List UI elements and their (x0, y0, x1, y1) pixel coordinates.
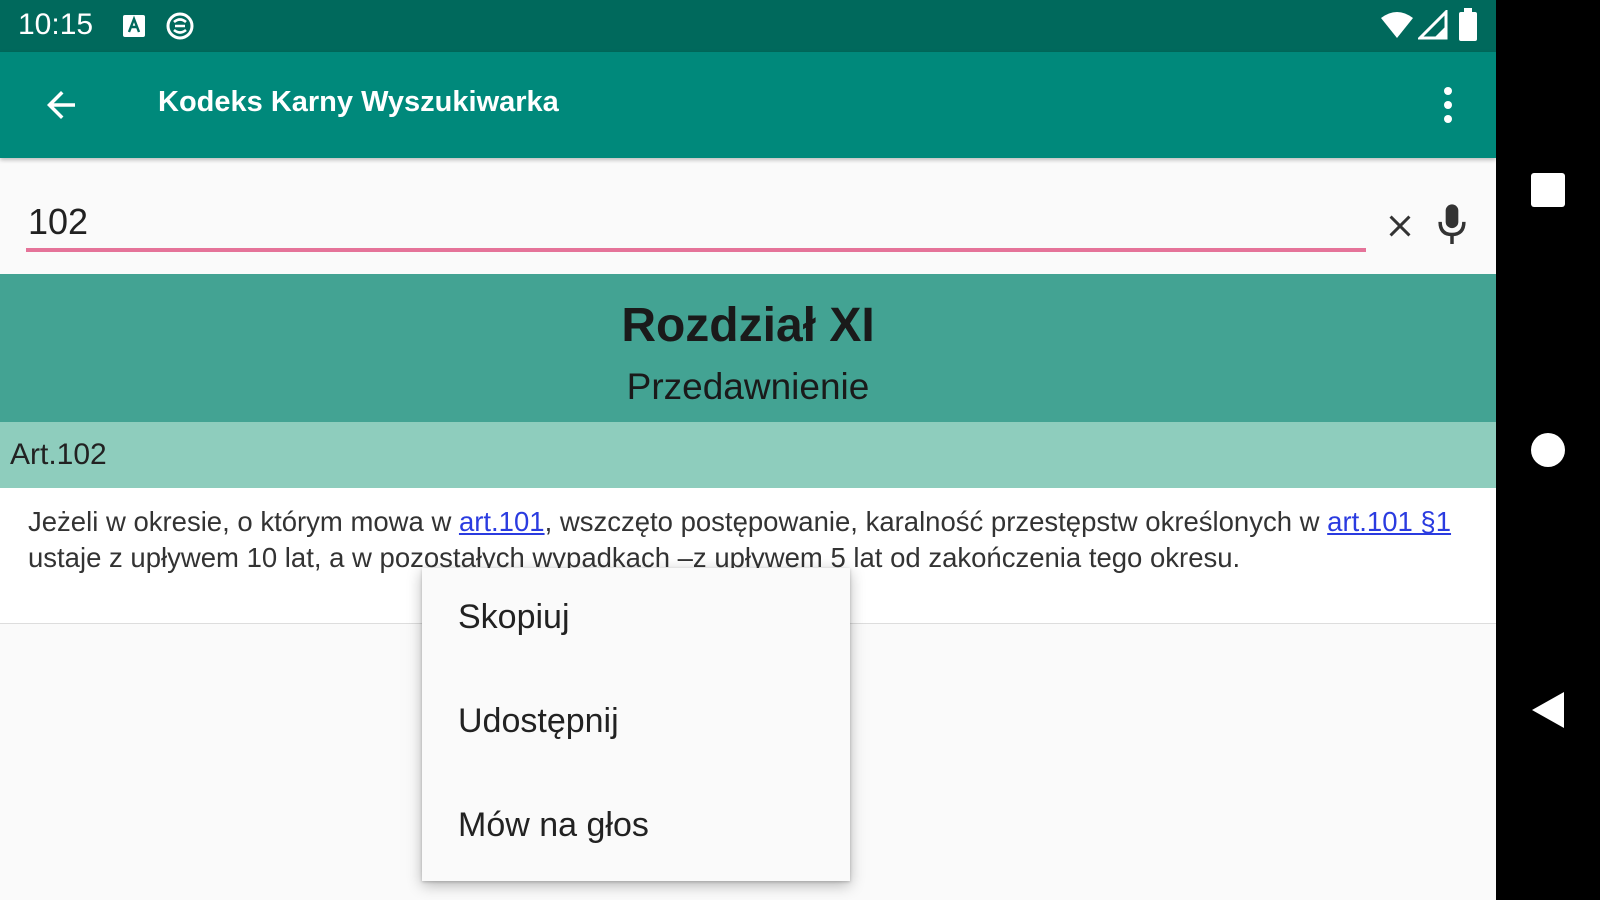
search-bar (0, 158, 1496, 274)
article-link-art-101[interactable]: art.101 (459, 506, 545, 537)
status-bar: 10:15 (0, 0, 1496, 52)
mic-icon (1438, 204, 1466, 244)
search-input[interactable] (26, 196, 1366, 252)
arrow-left-icon (47, 91, 75, 119)
battery-icon (1459, 8, 1477, 41)
app-title: Kodeks Karny Wyszukiwarka (158, 86, 559, 118)
signal-icon (1418, 10, 1448, 40)
back-triangle-icon (1532, 692, 1564, 728)
sync-icon (166, 12, 194, 40)
navigation-bar (1496, 0, 1600, 900)
menu-item-label: Skopiuj (458, 598, 570, 636)
status-time: 10:15 (18, 8, 94, 41)
system-back-button[interactable] (1518, 680, 1578, 740)
wifi-icon (1381, 12, 1413, 38)
article-header: Art.102 (0, 422, 1496, 488)
chapter-header: Rozdział XI Przedawnienie (0, 274, 1496, 422)
clear-search-button[interactable] (1376, 202, 1424, 250)
app-screen: 10:15 Kodeks Karny Wyszukiwarka 102 Rozd… (0, 0, 1496, 900)
article-link-art-101-par-1[interactable]: art.101 §1 (1327, 506, 1451, 537)
overflow-menu-button[interactable] (1420, 74, 1476, 136)
menu-item-speak[interactable]: Mów na głos (422, 776, 850, 880)
chapter-title: Rozdział XI (621, 299, 875, 352)
chapter-subtitle: Przedawnienie (626, 366, 870, 407)
article-label: Art.102 (10, 438, 107, 471)
home-circle-icon (1531, 433, 1565, 467)
home-button[interactable] (1518, 420, 1578, 480)
voice-search-button[interactable] (1428, 198, 1476, 252)
more-vert-icon (1444, 87, 1452, 123)
menu-item-label: Udostępnij (458, 702, 619, 740)
menu-item-label: Mów na głos (458, 806, 649, 844)
article-text-part: Jeżeli w okresie, o którym mowa w (28, 506, 459, 537)
app-bar: Kodeks Karny Wyszukiwarka (0, 52, 1496, 158)
article-text-part: , wszczęto postępowanie, karalność przes… (544, 506, 1328, 537)
article-text: Jeżeli w okresie, o którym mowa w art.10… (28, 504, 1468, 576)
menu-item-copy[interactable]: Skopiuj (422, 568, 850, 672)
close-icon (1389, 215, 1411, 237)
recents-square-icon (1531, 173, 1565, 207)
menu-item-share[interactable]: Udostępnij (422, 672, 850, 776)
recents-button[interactable] (1518, 160, 1578, 220)
notification-a-icon (123, 15, 145, 37)
context-menu: Skopiuj Udostępnij Mów na głos (422, 568, 850, 881)
back-button[interactable] (30, 74, 92, 136)
